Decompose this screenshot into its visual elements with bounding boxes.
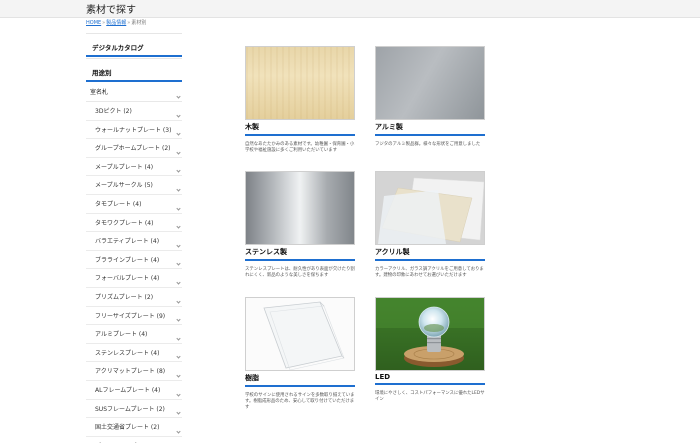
sidebar-item-list: 3Dピクト (2) ウォールナットプレート (3) グループホームプレート (2) メ… [86, 102, 182, 443]
material-description: カラーアクリル、ガラス調アクリルをご用意しております。建物の印象にあわせてお選び… [375, 267, 484, 278]
sidebar-item[interactable]: プリズムプレート (2) [86, 288, 182, 307]
material-card-acrylic[interactable]: アクリル製 カラーアクリル、ガラス調アクリルをご用意しております。建物の印象にあ… [375, 171, 485, 279]
chevron-down-icon [176, 168, 181, 173]
chevron-down-icon [176, 280, 181, 285]
sidebar-item-label: プリズムプレート (2) [95, 293, 154, 301]
breadcrumb-products-link[interactable]: 製品情報 [106, 20, 126, 26]
sidebar-item[interactable]: アルミプレート (4) [86, 325, 182, 344]
sidebar-item[interactable]: フリーサイズプレート (9) [86, 307, 182, 326]
sidebar-item-label: タモワクプレート (4) [95, 219, 154, 227]
chevron-down-icon [176, 243, 181, 248]
sidebar-item[interactable]: タモワクプレート (4) [86, 214, 182, 233]
material-card-led[interactable]: LED 環境にやさしく、コストパフォーマンスに優れたLEDサイン [375, 297, 485, 403]
sidebar-item[interactable]: 3Dピクト (2) [86, 102, 182, 121]
chevron-down-icon [176, 150, 181, 155]
chevron-down-icon [176, 410, 181, 415]
sidebar-item-label: バラエティプレート (4) [95, 238, 160, 246]
chevron-down-icon [176, 131, 181, 136]
material-card-stainless[interactable]: ステンレス製 ステンレスプレートは、耐久性があり表面が欠けたり割れにくく、新品の… [245, 171, 355, 279]
sidebar-item[interactable]: グループホームプレート (2) [86, 139, 182, 158]
wood-material-image[interactable] [245, 46, 355, 120]
material-description: 環境にやさしく、コストパフォーマンスに優れたLEDサイン [375, 391, 485, 402]
sidebar-item-label: メープルサークル (5) [95, 182, 153, 190]
sidebar-category-room-sign[interactable]: 室名札 [86, 82, 182, 102]
sidebar-item-label: SUSフレームプレート (2) [95, 405, 165, 413]
material-title[interactable]: 木製 [245, 122, 355, 136]
material-title[interactable]: LED [375, 373, 485, 385]
sidebar-item-label: グループホームプレート (2) [95, 145, 171, 153]
material-title[interactable]: ステンレス製 [245, 247, 355, 261]
led-bulb-image[interactable] [375, 297, 485, 371]
sidebar-item[interactable]: タモプレート (4) [86, 195, 182, 214]
material-title[interactable]: アクリル製 [375, 247, 485, 261]
chevron-down-icon [176, 205, 181, 211]
chevron-down-icon [176, 187, 181, 192]
chevron-down-icon [176, 354, 181, 359]
sidebar-item[interactable]: プライバシープレート (4) [86, 437, 182, 443]
sidebar-item-label: ウォールナットプレート (3) [95, 126, 172, 134]
acrylic-material-image[interactable] [375, 171, 485, 245]
resin-sheet-illustration [246, 298, 354, 370]
chevron-down-icon [176, 112, 181, 118]
sidebar-item-label: ALフレームプレート (4) [95, 386, 161, 394]
sidebar-item-label: メープルプレート (4) [95, 163, 154, 171]
sidebar-item[interactable]: ステンレスプレート (4) [86, 344, 182, 363]
sidebar-item[interactable]: フォーバルプレート (4) [86, 269, 182, 288]
chevron-down-icon [176, 298, 181, 304]
sidebar: デジタルカタログ 用途別 室名札 3Dピクト (2) ウォールナットプレート (3… [86, 33, 182, 443]
page-title: 素材で探す [86, 5, 136, 16]
stainless-material-image[interactable] [245, 171, 355, 245]
led-bulb-on-stump-illustration [376, 298, 484, 370]
chevron-down-icon [176, 224, 181, 229]
aluminum-material-image[interactable] [375, 46, 485, 120]
material-description: フジタのアルミ製品群。様々な形状をご用意しました [375, 142, 481, 147]
sidebar-item[interactable]: メープルプレート (4) [86, 158, 182, 177]
chevron-down-icon [176, 261, 181, 266]
sidebar-item-label: ステンレスプレート (4) [95, 349, 160, 357]
chevron-down-icon [176, 94, 181, 99]
page-header: 素材で探す [0, 0, 700, 18]
sidebar-item-label: タモプレート (4) [95, 200, 142, 208]
sidebar-item[interactable]: ALフレームプレート (4) [86, 381, 182, 400]
breadcrumb: HOME»製品情報»素材別 [86, 20, 147, 26]
sidebar-item[interactable]: ウォールナットプレート (3) [86, 121, 182, 140]
breadcrumb-current: 素材別 [131, 20, 147, 26]
sidebar-item-label: フォーバルプレート (4) [95, 275, 160, 283]
sidebar-item-label: 国土交通省プレート (2) [95, 424, 160, 432]
material-card-wood[interactable]: 木製 自然なあたたかみのある素材です。幼稚園・保育園・小学校や福祉施設に多くご利… [245, 46, 355, 154]
chevron-down-icon [176, 317, 181, 322]
material-description: 自然なあたたかみのある素材です。幼稚園・保育園・小学校や福祉施設に多くご利用いた… [245, 142, 355, 153]
material-title[interactable]: アルミ製 [375, 122, 485, 136]
breadcrumb-home-link[interactable]: HOME [86, 20, 101, 26]
sidebar-item[interactable]: ブララインプレート (4) [86, 251, 182, 270]
sidebar-item-label: 3Dピクト (2) [95, 108, 132, 115]
sidebar-item-label: ブララインプレート (4) [95, 256, 160, 264]
sidebar-item-label: フリーサイズプレート (9) [95, 312, 166, 320]
acrylic-sheets-illustration [376, 172, 484, 244]
material-card-aluminum[interactable]: アルミ製 フジタのアルミ製品群。様々な形状をご用意しました [375, 46, 485, 148]
sidebar-item[interactable]: 国土交通省プレート (2) [86, 418, 182, 437]
material-title[interactable]: 樹脂 [245, 373, 355, 387]
chevron-down-icon [176, 391, 181, 397]
sidebar-heading-digital-catalog[interactable]: デジタルカタログ [86, 33, 182, 57]
chevron-down-icon [176, 373, 181, 378]
material-description: 学校のサインに使用されるサインを多数取り揃えています。樹脂成形品のため、安心して… [245, 393, 355, 410]
chevron-down-icon [176, 336, 181, 341]
sidebar-item[interactable]: アクリマットプレート (8) [86, 362, 182, 381]
resin-material-image[interactable] [245, 297, 355, 371]
sidebar-item[interactable]: メープルサークル (5) [86, 176, 182, 195]
chevron-down-icon [176, 429, 181, 434]
material-card-resin[interactable]: 樹脂 学校のサインに使用されるサインを多数取り揃えています。樹脂成形品のため、安… [245, 297, 355, 411]
sidebar-item-label: アクリマットプレート (8) [95, 368, 166, 376]
sidebar-category-label: 室名札 [90, 89, 109, 96]
sidebar-item[interactable]: SUSフレームプレート (2) [86, 400, 182, 419]
sidebar-item[interactable]: バラエティプレート (4) [86, 232, 182, 251]
sidebar-item-label: アルミプレート (4) [95, 331, 148, 339]
material-description: ステンレスプレートは、耐久性があり表面が欠けたり割れにくく、新品のような美しさを… [245, 267, 355, 278]
sidebar-heading-by-use[interactable]: 用途別 [86, 58, 182, 82]
